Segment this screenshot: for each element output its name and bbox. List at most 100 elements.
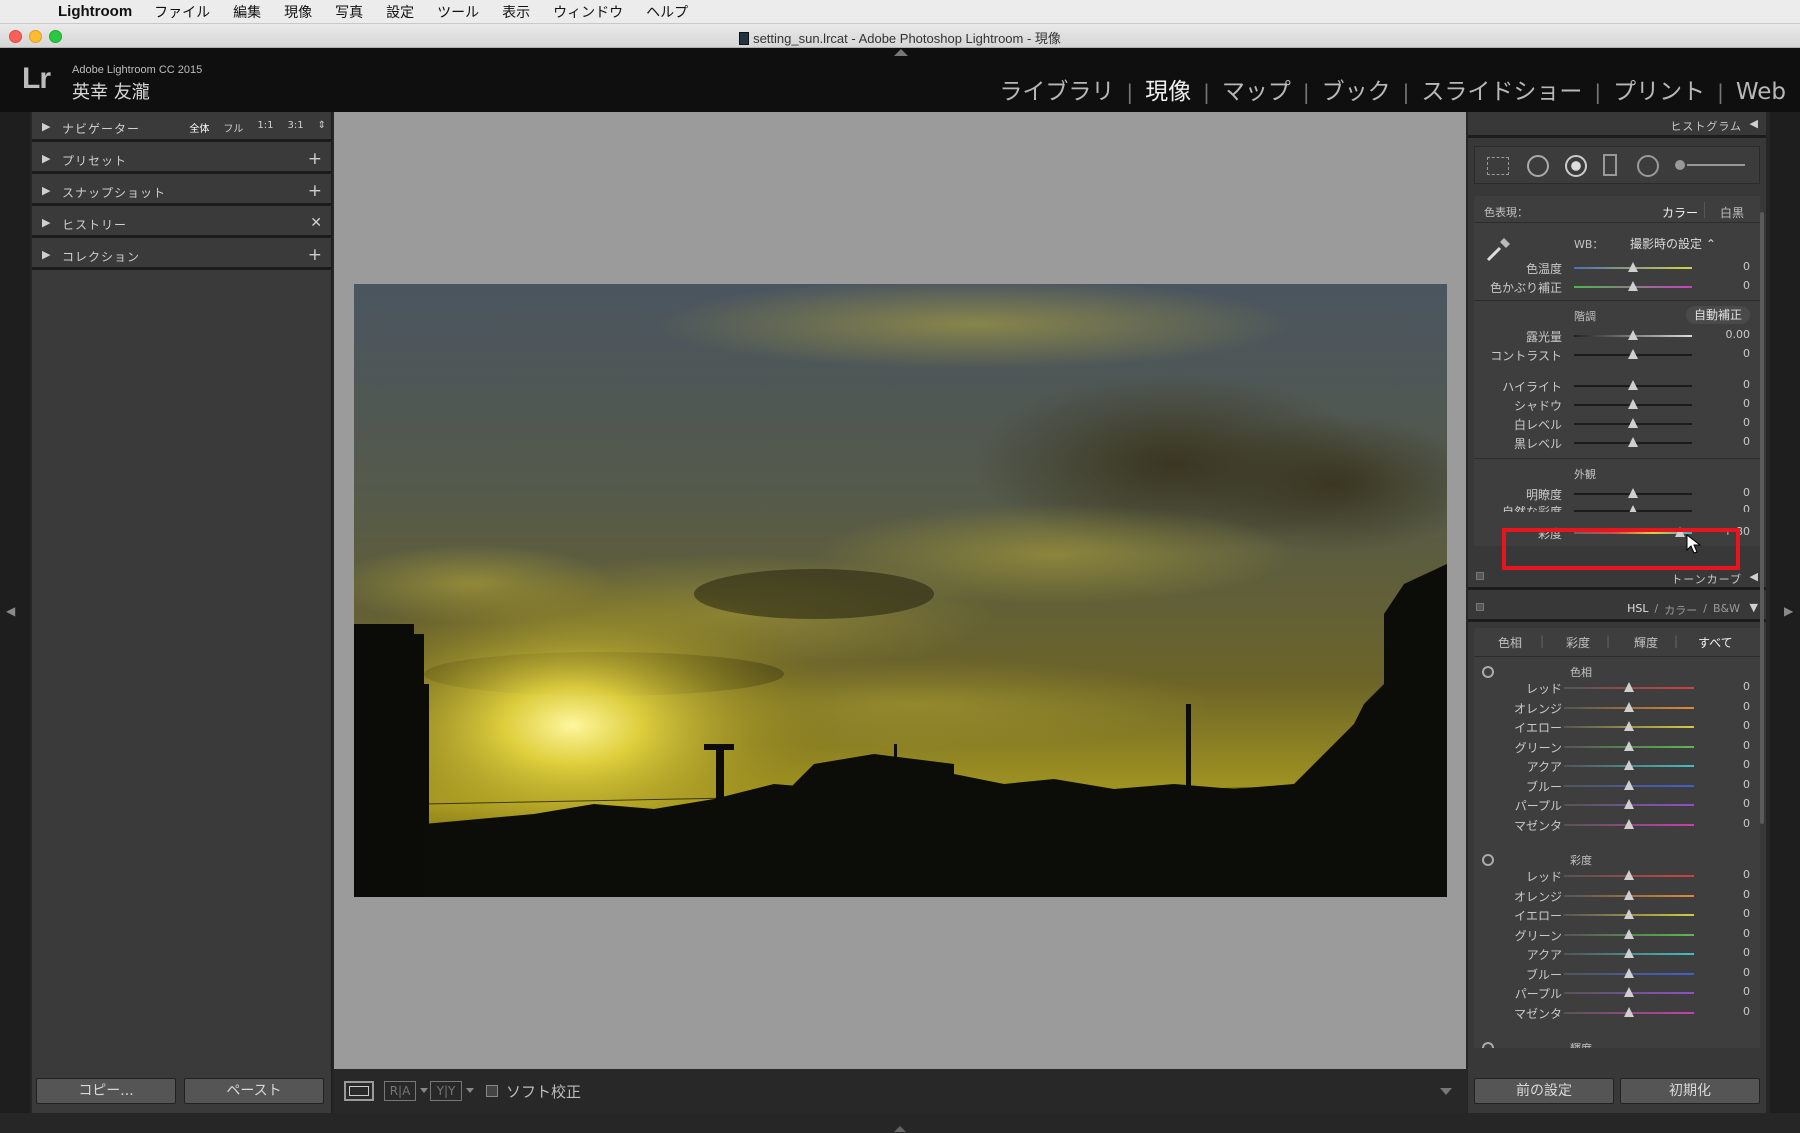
menu-photo[interactable]: 写真 [335, 2, 363, 22]
slider-thumb[interactable] [1624, 948, 1634, 958]
wb-preset-dropdown[interactable]: 撮影時の設定 ⌃ [1630, 235, 1716, 252]
crop-tool-icon[interactable] [1487, 157, 1509, 175]
slider-thumb[interactable] [1624, 889, 1634, 900]
sat-slider-4[interactable]: アクア 0 [1474, 945, 1760, 962]
presets-header[interactable]: ▶ プリセット + [32, 144, 332, 174]
red-eye-tool-icon[interactable] [1565, 155, 1587, 177]
image-view[interactable] [334, 112, 1466, 1069]
bw-mode-option[interactable]: B&W [1713, 602, 1740, 618]
slider-thumb[interactable] [1628, 418, 1638, 428]
slider-thumb[interactable] [1624, 701, 1634, 712]
slider-thumb[interactable] [1628, 488, 1638, 498]
sat-slider-7[interactable]: マゼンタ 0 [1474, 1004, 1760, 1021]
menu-app-name[interactable]: Lightroom [58, 3, 132, 20]
sat-slider-2[interactable]: イエロー 0 [1474, 906, 1760, 923]
sat-slider-0[interactable]: レッド 0 [1474, 867, 1760, 884]
module-book[interactable]: ブック [1322, 72, 1391, 106]
hue-slider-6[interactable]: パープル 0 [1474, 796, 1760, 813]
reset-button[interactable]: 初期化 [1620, 1078, 1760, 1104]
slider-thumb[interactable] [1628, 262, 1638, 272]
before-after-menu-icon[interactable] [420, 1088, 428, 1093]
color-mode-option[interactable]: カラー [1664, 602, 1697, 618]
hsl-mode-option[interactable]: HSL [1627, 602, 1648, 618]
slider-thumb[interactable] [1624, 987, 1634, 997]
add-preset-icon[interactable]: + [308, 149, 322, 169]
add-snapshot-icon[interactable]: + [308, 181, 322, 201]
add-collection-icon[interactable]: + [308, 245, 322, 265]
sat-slider-1[interactable]: オレンジ 0 [1474, 887, 1760, 904]
zoom-3-1[interactable]: 3:1 [288, 120, 304, 135]
collapse-histogram-icon[interactable]: ◀ [1750, 117, 1758, 130]
slider-thumb[interactable] [1628, 330, 1638, 340]
slider-thumb[interactable] [1624, 928, 1634, 939]
collapse-hsl-icon[interactable]: ▼ [1750, 601, 1758, 614]
snapshots-header[interactable]: ▶ スナップショット + [32, 176, 332, 206]
contrast-slider[interactable]: コントラスト 0 [1474, 346, 1760, 363]
shadows-slider[interactable]: シャドウ 0 [1474, 396, 1760, 413]
histogram-header[interactable]: ヒストグラム ◀ [1468, 112, 1766, 138]
expand-tone-curve-icon[interactable]: ◀ [1750, 570, 1758, 583]
highlights-slider[interactable]: ハイライト 0 [1474, 377, 1760, 394]
loupe-view-icon[interactable] [344, 1081, 374, 1101]
temperature-slider[interactable]: 色温度 0 [1474, 259, 1760, 276]
toolbar-menu-icon[interactable] [1440, 1088, 1452, 1095]
zoom-fit[interactable]: 全体 [189, 120, 209, 135]
auto-tone-button[interactable]: 自動補正 [1686, 306, 1750, 324]
before-after-yy-menu-icon[interactable] [466, 1088, 474, 1093]
spot-removal-tool-icon[interactable] [1527, 155, 1549, 177]
tab-all[interactable]: すべて [1698, 634, 1733, 651]
slider-thumb[interactable] [1624, 721, 1634, 731]
top-panel-toggle-icon[interactable] [894, 49, 908, 56]
menu-tools[interactable]: ツール [437, 2, 479, 22]
soft-proof-checkbox[interactable] [486, 1085, 498, 1097]
treatment-bw-option[interactable]: 白黒 [1720, 204, 1744, 221]
tab-saturation[interactable]: 彩度 [1566, 634, 1590, 651]
before-after-ra-icon[interactable]: R|A [384, 1081, 416, 1101]
slider-thumb[interactable] [1624, 760, 1634, 770]
menu-view[interactable]: 表示 [502, 2, 530, 22]
sat-slider-6[interactable]: パープル 0 [1474, 984, 1760, 1001]
sat-slider-5[interactable]: ブルー 0 [1474, 965, 1760, 982]
collections-header[interactable]: ▶ コレクション + [32, 240, 332, 270]
zoom-1-1[interactable]: 1:1 [257, 120, 273, 135]
zoom-fill[interactable]: フル [223, 120, 243, 135]
module-library[interactable]: ライブラリ [999, 72, 1114, 106]
tone-curve-toggle-icon[interactable] [1476, 572, 1484, 580]
slider-thumb[interactable] [1624, 682, 1634, 692]
before-after-yy-icon[interactable]: Y|Y [430, 1081, 462, 1101]
menu-help[interactable]: ヘルプ [646, 2, 688, 22]
previous-settings-button[interactable]: 前の設定 [1474, 1078, 1614, 1104]
slider-thumb[interactable] [1624, 870, 1634, 880]
menu-window[interactable]: ウィンドウ [553, 2, 623, 22]
tab-hue[interactable]: 色相 [1498, 634, 1522, 651]
hsl-toggle-icon[interactable] [1476, 603, 1484, 611]
module-map[interactable]: マップ [1222, 72, 1291, 106]
hue-slider-7[interactable]: マゼンタ 0 [1474, 816, 1760, 833]
menu-edit[interactable]: 編集 [233, 2, 261, 22]
hue-slider-2[interactable]: イエロー 0 [1474, 718, 1760, 735]
whites-slider[interactable]: 白レベル 0 [1474, 415, 1760, 432]
slider-thumb[interactable] [1624, 740, 1634, 751]
clarity-slider[interactable]: 明瞭度 0 [1474, 485, 1760, 502]
module-print[interactable]: プリント [1613, 72, 1705, 106]
history-header[interactable]: ▶ ヒストリー ✕ [32, 208, 332, 238]
slider-thumb[interactable] [1624, 779, 1634, 790]
saturation-target-icon[interactable] [1482, 854, 1494, 866]
copy-button[interactable]: コピー... [36, 1078, 176, 1104]
navigator-header[interactable]: ▶ ナビゲーター 全体 フル 1:1 3:1 ⇕ [32, 112, 332, 142]
slider-thumb[interactable] [1628, 380, 1638, 390]
graduated-filter-icon[interactable] [1603, 154, 1617, 176]
right-panel-toggle-icon[interactable]: ▶ [1784, 604, 1793, 618]
blacks-slider[interactable]: 黒レベル 0 [1474, 434, 1760, 451]
slider-thumb[interactable] [1624, 1006, 1634, 1017]
tab-luminance[interactable]: 輝度 [1634, 634, 1658, 651]
sat-slider-3[interactable]: グリーン 0 [1474, 926, 1760, 943]
hue-slider-3[interactable]: グリーン 0 [1474, 738, 1760, 755]
menu-develop[interactable]: 現像 [284, 2, 312, 22]
menu-settings[interactable]: 設定 [386, 2, 414, 22]
slider-thumb[interactable] [1628, 505, 1638, 512]
slider-thumb[interactable] [1628, 437, 1638, 447]
module-slideshow[interactable]: スライドショー [1421, 72, 1582, 106]
adjustment-brush-icon[interactable] [1675, 158, 1745, 172]
hue-slider-5[interactable]: ブルー 0 [1474, 777, 1760, 794]
